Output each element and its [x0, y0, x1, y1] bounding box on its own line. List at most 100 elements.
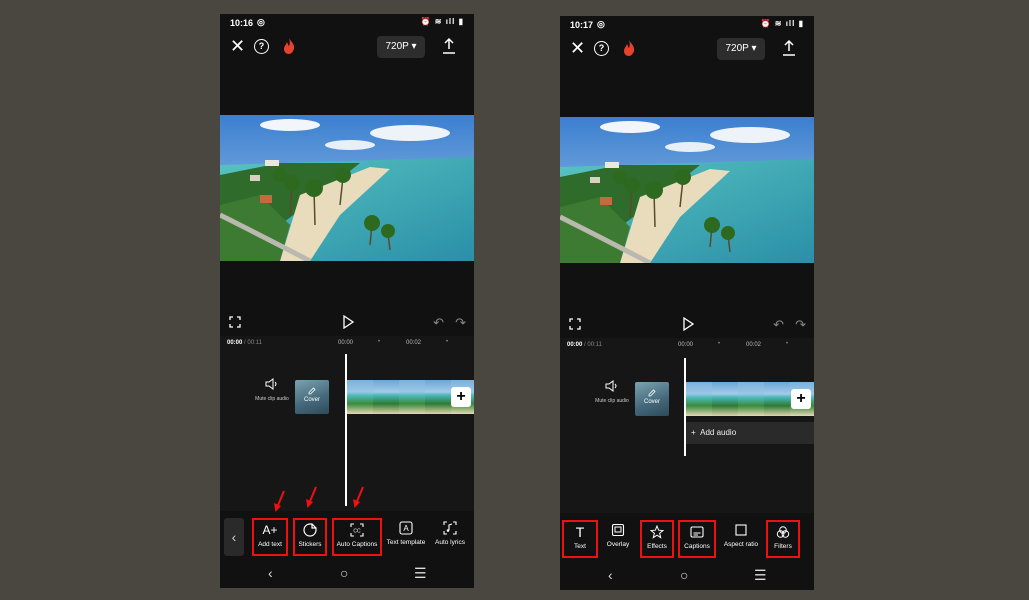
- cover-button[interactable]: Cover: [635, 382, 669, 416]
- tool-label: Stickers: [298, 541, 322, 548]
- tool-aspect-ratio[interactable]: Aspect ratio: [718, 520, 764, 558]
- play-icon[interactable]: [682, 317, 694, 331]
- mute-label: Mute clip audio: [255, 396, 289, 402]
- tool-overlay[interactable]: Overlay: [602, 520, 634, 558]
- nav-back-icon[interactable]: ‹: [268, 565, 273, 581]
- export-icon[interactable]: [442, 37, 456, 55]
- captions-icon: [690, 526, 704, 538]
- tool-label: Add text: [258, 541, 282, 548]
- fullscreen-icon[interactable]: [229, 316, 241, 328]
- current-time: 00:00: [567, 342, 583, 348]
- speaker-icon: [605, 380, 617, 392]
- nav-recents-icon[interactable]: ☰: [414, 565, 427, 582]
- status-bar: 10:16 ◎ ⏰ ≋ ıll ▮: [220, 14, 474, 32]
- help-icon[interactable]: ?: [594, 41, 609, 56]
- red-arrow-icon: [353, 486, 364, 508]
- tool-stickers[interactable]: Stickers: [293, 518, 327, 556]
- video-preview[interactable]: [220, 115, 474, 261]
- whatsapp-icon: ◎: [597, 19, 605, 29]
- add-text-icon: A+: [262, 523, 278, 537]
- tool-captions[interactable]: Captions: [678, 520, 716, 558]
- clip-thumbnail: [425, 380, 451, 414]
- tool-auto-captions[interactable]: CC Auto Captions: [332, 518, 382, 556]
- text-template-icon: A: [399, 521, 413, 535]
- phone-screenshot-right: 10:17 ◎ ⏰ ≋ ıll ▮ ✕ ? 720P ▾ ↶ ↷ 00:00 /…: [560, 16, 814, 590]
- tool-label: Text template: [386, 539, 426, 546]
- whatsapp-icon: ◎: [257, 17, 265, 27]
- flame-icon[interactable]: [282, 38, 296, 54]
- text-icon: T: [575, 524, 585, 540]
- auto-captions-icon: CC: [350, 523, 364, 537]
- timeline[interactable]: 00:00 / 00:11 00:00 • 00:02 • Mute clip …: [560, 338, 814, 513]
- timeline-ruler: 00:00 / 00:11 00:00 • 00:02 •: [560, 341, 814, 354]
- cover-label: Cover: [643, 399, 660, 405]
- bottom-toolbar: ‹ A+ Add text Stickers CC Auto Captions …: [220, 514, 474, 560]
- cover-button[interactable]: Cover: [295, 380, 329, 414]
- svg-text:A: A: [403, 524, 409, 533]
- mute-clip-audio-button[interactable]: Mute clip audio: [590, 380, 634, 404]
- beach-video-frame: [220, 115, 474, 261]
- back-chevron-button[interactable]: ‹: [224, 518, 244, 556]
- effects-icon: [650, 525, 664, 539]
- add-clip-button[interactable]: +: [451, 387, 471, 407]
- tool-label: Overlay: [606, 541, 630, 548]
- ruler-tick: 00:02: [406, 340, 422, 346]
- fullscreen-icon[interactable]: [569, 318, 581, 330]
- add-clip-button[interactable]: +: [791, 389, 811, 409]
- timeline[interactable]: 00:00 / 00:11 00:00 • 00:02 • Mute clip …: [220, 336, 474, 511]
- tool-text-template[interactable]: A Text template: [384, 518, 428, 556]
- ruler-tick: 00:02: [746, 342, 762, 348]
- system-status-icons: ⏰ ≋ ıll ▮: [420, 17, 464, 26]
- overlay-icon: [611, 523, 625, 537]
- tool-filters[interactable]: Filters: [766, 520, 800, 558]
- nav-back-icon[interactable]: ‹: [608, 567, 613, 583]
- tool-auto-lyrics[interactable]: Auto lyrics: [430, 518, 470, 556]
- system-status-icons: ⏰ ≋ ıll ▮: [760, 19, 804, 28]
- resolution-button[interactable]: 720P ▾: [377, 36, 425, 58]
- preview-controls: ↶ ↷: [220, 314, 474, 334]
- playhead[interactable]: [345, 354, 347, 506]
- clip-thumbnail: [764, 382, 790, 416]
- undo-icon[interactable]: ↶: [773, 317, 784, 333]
- cover-label: Cover: [303, 397, 320, 403]
- redo-icon[interactable]: ↷: [455, 315, 466, 331]
- nav-recents-icon[interactable]: ☰: [754, 567, 767, 584]
- mute-clip-audio-button[interactable]: Mute clip audio: [250, 378, 294, 402]
- export-icon[interactable]: [782, 39, 796, 57]
- ruler-dot: •: [718, 341, 721, 347]
- bottom-toolbar: T Text Overlay Effects Captions Aspect r…: [560, 516, 814, 562]
- timeline-ruler: 00:00 / 00:11 00:00 • 00:02 •: [220, 339, 474, 352]
- tool-label: Text: [574, 543, 586, 550]
- status-time: 10:16: [230, 18, 254, 28]
- undo-icon[interactable]: ↶: [433, 315, 444, 331]
- tool-text[interactable]: T Text: [562, 520, 598, 558]
- help-icon[interactable]: ?: [254, 39, 269, 54]
- tool-label: Filters: [774, 543, 792, 550]
- clip-thumbnail: [399, 380, 425, 414]
- clip-thumbnail: [347, 380, 373, 414]
- redo-icon[interactable]: ↷: [795, 317, 806, 333]
- add-audio-label: Add audio: [700, 428, 737, 437]
- flame-icon[interactable]: [622, 40, 636, 56]
- close-icon[interactable]: ✕: [570, 38, 585, 58]
- ruler-dot: •: [786, 341, 789, 347]
- status-time: 10:17: [570, 20, 594, 30]
- resolution-label: 720P: [725, 43, 749, 54]
- nav-home-icon[interactable]: ○: [680, 567, 688, 583]
- add-audio-button[interactable]: + Add audio: [685, 422, 814, 444]
- mute-label: Mute clip audio: [595, 398, 629, 404]
- tool-label: Auto Captions: [336, 541, 378, 548]
- close-icon[interactable]: ✕: [230, 36, 245, 56]
- current-time: 00:00: [227, 340, 243, 346]
- auto-lyrics-icon: [443, 521, 457, 535]
- playhead[interactable]: [684, 358, 686, 456]
- play-icon[interactable]: [342, 315, 354, 329]
- svg-text:CC: CC: [353, 529, 361, 535]
- total-time: / 00:11: [584, 342, 602, 348]
- tool-effects[interactable]: Effects: [640, 520, 674, 558]
- nav-home-icon[interactable]: ○: [340, 565, 348, 581]
- resolution-button[interactable]: 720P ▾: [717, 38, 765, 60]
- preview-controls: ↶ ↷: [560, 316, 814, 336]
- tool-add-text[interactable]: A+ Add text: [252, 518, 288, 556]
- video-preview[interactable]: [560, 117, 814, 263]
